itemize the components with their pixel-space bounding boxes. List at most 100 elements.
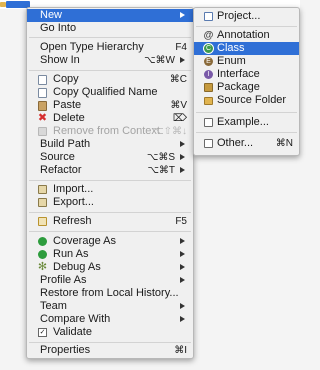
submenu-item-label: Example... xyxy=(217,116,269,128)
menu-separator xyxy=(29,37,191,38)
submenu-arrow-icon xyxy=(180,167,185,173)
enum-icon: E xyxy=(203,56,214,67)
submenu-arrow-icon xyxy=(180,264,185,270)
menu-item-label: Refresh xyxy=(53,215,92,227)
menu-item-label: Build Path xyxy=(40,138,91,150)
menu-item-label: Debug As xyxy=(53,261,101,273)
menu-item-coverage-as[interactable]: Coverage As xyxy=(27,235,193,248)
menu-item-source[interactable]: Source ⌥⌘S xyxy=(27,151,193,164)
menu-item-refactor[interactable]: Refactor ⌥⌘T xyxy=(27,164,193,177)
submenu-item-example[interactable]: Example... xyxy=(194,116,299,129)
menu-separator xyxy=(196,26,297,27)
menu-item-run-as[interactable]: Run As xyxy=(27,248,193,261)
menu-item-label: Source xyxy=(40,151,75,163)
project-icon xyxy=(203,11,214,22)
paste-icon xyxy=(37,100,48,111)
menu-item-properties[interactable]: Properties ⌘I xyxy=(27,344,193,357)
submenu-item-other[interactable]: Other... ⌘N xyxy=(194,137,299,150)
submenu-item-shortcut: ⌘N xyxy=(275,138,293,149)
menu-item-shortcut: ⌥⌘S xyxy=(146,152,175,163)
submenu-arrow-icon xyxy=(180,316,185,322)
submenu-item-interface[interactable]: I Interface xyxy=(194,68,299,81)
menu-item-show-in[interactable]: Show In ⌥⌘W xyxy=(27,54,193,67)
submenu-arrow-icon xyxy=(180,12,185,18)
menu-item-profile-as[interactable]: Profile As xyxy=(27,274,193,287)
menu-item-label: Properties xyxy=(40,344,91,356)
menu-item-remove-from-context: Remove from Context ⌥⇧⌘↓ xyxy=(27,125,193,138)
copy-icon xyxy=(37,87,48,98)
menu-item-label: Import... xyxy=(53,183,94,195)
menu-item-refresh[interactable]: Refresh F5 xyxy=(27,215,193,228)
submenu-item-label: Enum xyxy=(217,55,246,67)
submenu-item-label: Annotation xyxy=(217,29,270,41)
menu-item-export[interactable]: Export... xyxy=(27,196,193,209)
menu-separator xyxy=(196,112,297,113)
menu-item-delete[interactable]: ✖ Delete ⌦ xyxy=(27,112,193,125)
submenu-arrow-icon xyxy=(180,277,185,283)
debug-icon: ✻ xyxy=(37,261,48,273)
run-icon xyxy=(37,249,48,260)
menu-item-shortcut: ⌘I xyxy=(174,345,187,356)
menu-item-label: Remove from Context xyxy=(53,125,160,137)
submenu-arrow-icon xyxy=(180,154,185,160)
menu-separator xyxy=(29,180,191,181)
submenu-item-label: Source Folder xyxy=(217,94,287,106)
menu-item-shortcut: ⌦ xyxy=(172,113,187,124)
menu-item-label: Show In xyxy=(40,54,80,66)
remove-context-icon xyxy=(37,126,48,137)
menu-separator xyxy=(29,70,191,71)
submenu-item-package[interactable]: Package xyxy=(194,81,299,94)
copy-icon xyxy=(37,74,48,85)
menu-item-copy[interactable]: Copy ⌘C xyxy=(27,73,193,86)
menu-item-label: Coverage As xyxy=(53,235,116,247)
menu-item-label: Restore from Local History... xyxy=(40,287,179,299)
menu-item-label: Go Into xyxy=(40,22,77,34)
menu-item-copy-qualified-name[interactable]: Copy Qualified Name xyxy=(27,86,193,99)
submenu-arrow-icon xyxy=(180,141,185,147)
menu-item-shortcut: ⌘C xyxy=(169,74,187,85)
validate-icon: ✓ xyxy=(38,328,47,337)
menu-item-new[interactable]: New xyxy=(27,9,193,22)
menu-item-validate[interactable]: ✓ Validate xyxy=(27,326,193,339)
menu-item-build-path[interactable]: Build Path xyxy=(27,138,193,151)
submenu-item-enum[interactable]: E Enum xyxy=(194,55,299,68)
import-icon xyxy=(37,184,48,195)
interface-icon: I xyxy=(203,69,214,80)
menu-item-paste[interactable]: Paste ⌘V xyxy=(27,99,193,112)
new-submenu: Project... @ Annotation C Class E Enum I… xyxy=(193,7,300,156)
submenu-item-label: Class xyxy=(217,42,245,54)
menu-item-compare-with[interactable]: Compare With xyxy=(27,313,193,326)
menu-item-label: Copy xyxy=(53,73,79,85)
menu-item-shortcut: ⌥⌘W xyxy=(144,55,175,66)
submenu-arrow-icon xyxy=(180,303,185,309)
menu-item-team[interactable]: Team xyxy=(27,300,193,313)
menu-item-shortcut: F5 xyxy=(175,216,187,227)
example-icon xyxy=(203,117,214,128)
export-icon xyxy=(37,197,48,208)
menu-item-debug-as[interactable]: ✻ Debug As xyxy=(27,261,193,274)
submenu-item-class[interactable]: C Class xyxy=(194,42,299,55)
delete-icon: ✖ xyxy=(37,112,48,124)
menu-item-restore-from-local-history[interactable]: Restore from Local History... xyxy=(27,287,193,300)
menu-item-label: Validate xyxy=(53,326,92,338)
source-folder-icon xyxy=(203,95,214,106)
menu-item-import[interactable]: Import... xyxy=(27,183,193,196)
submenu-arrow-icon xyxy=(180,238,185,244)
refresh-icon xyxy=(37,216,48,227)
submenu-item-source-folder[interactable]: Source Folder xyxy=(194,94,299,107)
menu-item-label: Export... xyxy=(53,196,94,208)
menu-item-open-type-hierarchy[interactable]: Open Type Hierarchy F4 xyxy=(27,41,193,54)
menu-item-label: New xyxy=(40,9,63,21)
menu-item-label: Profile As xyxy=(40,274,87,286)
menu-item-label: Copy Qualified Name xyxy=(53,86,158,98)
menu-item-label: Open Type Hierarchy xyxy=(40,41,144,53)
menu-item-go-into[interactable]: Go Into xyxy=(27,22,193,35)
submenu-item-label: Interface xyxy=(217,68,260,80)
submenu-item-annotation[interactable]: @ Annotation xyxy=(194,29,299,42)
menu-item-label: Run As xyxy=(53,248,89,260)
submenu-item-project[interactable]: Project... xyxy=(194,10,299,23)
submenu-item-label: Other... xyxy=(217,137,254,149)
coverage-icon xyxy=(37,236,48,247)
class-icon: C xyxy=(203,43,214,54)
submenu-arrow-icon xyxy=(180,57,185,63)
